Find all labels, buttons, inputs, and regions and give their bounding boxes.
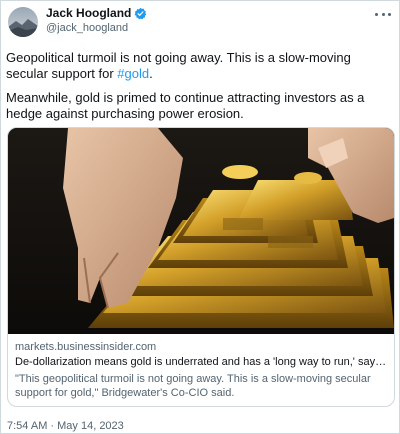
tweet-text-part1: Geopolitical turmoil is not going away. … bbox=[6, 50, 351, 81]
verified-badge-icon bbox=[134, 7, 147, 20]
tweet: Jack Hoogland @jack_hoogland Geopolitica… bbox=[0, 0, 400, 434]
display-name[interactable]: Jack Hoogland bbox=[46, 6, 131, 20]
card-title[interactable]: De-dollarization means gold is underrate… bbox=[15, 356, 390, 368]
card-image[interactable] bbox=[8, 128, 394, 334]
tweet-text-paragraph-1: Geopolitical turmoil is not going away. … bbox=[6, 50, 396, 82]
card-domain: markets.businessinsider.com bbox=[15, 341, 157, 353]
author-handle[interactable]: @jack_hoogland bbox=[46, 22, 128, 34]
tweet-text-paragraph-2: Meanwhile, gold is primed to continue at… bbox=[6, 90, 365, 121]
link-card[interactable]: markets.businessinsider.com De-dollariza… bbox=[7, 127, 395, 407]
hashtag-link[interactable]: #gold bbox=[117, 66, 149, 81]
author-name-row: Jack Hoogland bbox=[46, 6, 147, 20]
tweet-text-period: . bbox=[149, 66, 153, 81]
tweet-timestamp[interactable]: 7:54 AM · May 14, 2023 bbox=[7, 420, 124, 432]
more-options-icon[interactable] bbox=[375, 8, 391, 20]
avatar[interactable] bbox=[8, 7, 38, 37]
card-description: "This geopolitical turmoil is not going … bbox=[15, 373, 371, 399]
more-dot bbox=[381, 12, 385, 16]
more-dot bbox=[375, 12, 378, 16]
more-dot bbox=[388, 12, 391, 16]
